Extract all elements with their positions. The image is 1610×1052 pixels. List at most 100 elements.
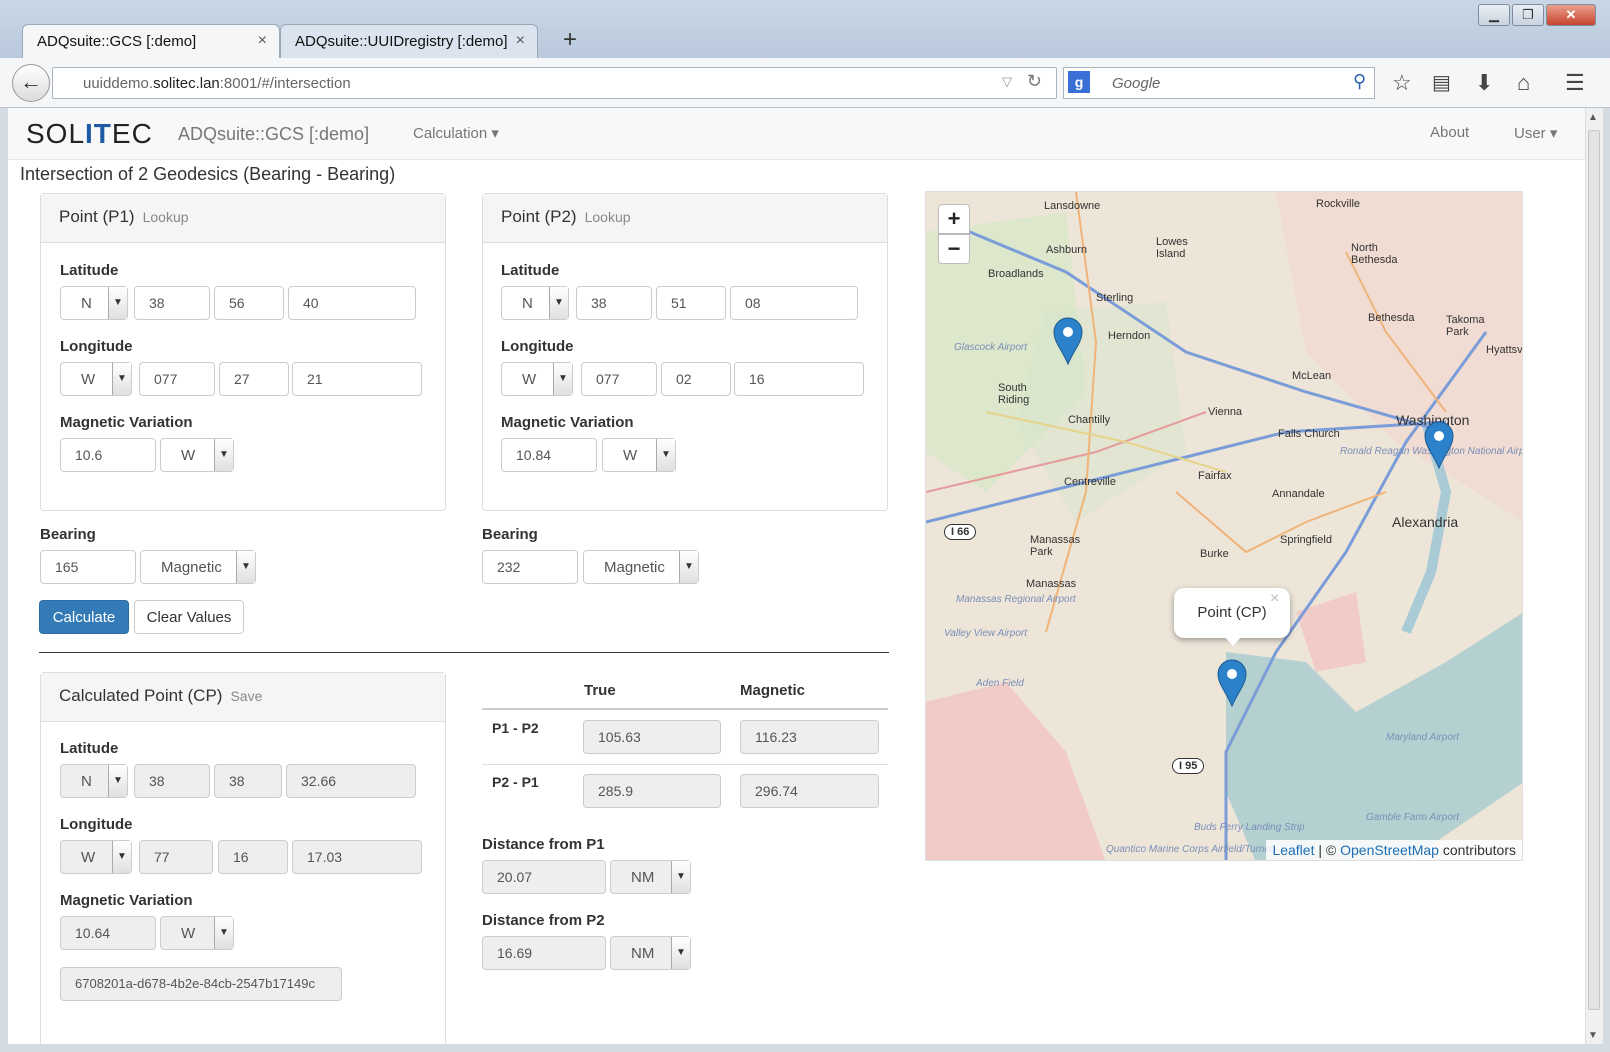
cp-lat-min-field: 38	[214, 764, 282, 798]
p1-lat-deg-input[interactable]: 38	[134, 286, 210, 320]
cp-map-marker-icon[interactable]	[1216, 658, 1248, 708]
map-place-label: Sterling	[1096, 292, 1134, 304]
p2-map-marker-icon[interactable]	[1423, 420, 1455, 470]
cp-uuid-field: 6708201a-d678-4b2e-84cb-2547b17149c	[60, 967, 342, 1001]
calculation-menu[interactable]: Calculation ▾	[413, 124, 499, 142]
download-icon[interactable]: ⬇	[1475, 70, 1493, 96]
tab-uuidregistry[interactable]: ADQsuite::UUIDregistry [:demo] ×	[280, 24, 538, 58]
p1-lon-deg-input[interactable]: 077	[139, 362, 215, 396]
interstate-66-shield: I 66	[944, 524, 977, 540]
map-place-label: Lansdowne	[1044, 200, 1101, 212]
magnetic-variation-label: Magnetic Variation	[60, 414, 193, 431]
menu-hamburger-icon[interactable]: ☰	[1565, 70, 1585, 96]
leaflet-link[interactable]: Leaflet	[1272, 842, 1314, 858]
scrollbar-thumb[interactable]	[1588, 130, 1600, 1010]
attrib-contributors: contributors	[1442, 842, 1516, 858]
p2-magvar-input[interactable]: 10.84	[501, 438, 597, 472]
p2-magvar-dir-select[interactable]: W ▼	[602, 438, 676, 472]
scroll-up-arrow-icon[interactable]: ▲	[1588, 112, 1598, 123]
save-link[interactable]: Save	[230, 688, 262, 704]
magnetic-variation-label: Magnetic Variation	[501, 414, 634, 431]
panel-title: Point (P2)	[501, 207, 577, 226]
lookup-link[interactable]: Lookup	[143, 209, 189, 225]
map-place-label: Buds Ferry Landing Strip	[1194, 822, 1305, 833]
p2-lon-min-input[interactable]: 02	[661, 362, 731, 396]
p1-lon-sec-input[interactable]: 21	[292, 362, 422, 396]
popup-tip	[1224, 636, 1242, 646]
page-title: Intersection of 2 Geodesics (Bearing - B…	[20, 164, 396, 184]
p2-lat-min-input[interactable]: 51	[656, 286, 726, 320]
p1-lat-min-input[interactable]: 56	[214, 286, 284, 320]
scroll-down-arrow-icon[interactable]: ▼	[1588, 1030, 1598, 1041]
map-place-label: Herndon	[1108, 330, 1151, 342]
home-icon[interactable]: ⌂	[1517, 70, 1530, 96]
calculate-button[interactable]: Calculate	[39, 600, 129, 634]
address-bar[interactable]: uuiddemo.solitec.lan:8001/#/intersection…	[52, 67, 1057, 99]
zoom-out-button[interactable]: −	[938, 234, 970, 264]
popup-close-icon[interactable]: ×	[1270, 590, 1279, 608]
chevron-down-icon: ▼	[656, 439, 675, 471]
tab-gcs[interactable]: ADQsuite::GCS [:demo] ×	[22, 24, 280, 58]
bearing-label: Bearing	[40, 526, 96, 543]
about-link[interactable]: About	[1430, 124, 1469, 141]
map-place-label: Rockville	[1316, 198, 1361, 210]
p1-lat-hemisphere-select[interactable]: N ▼	[60, 286, 128, 320]
map-place-label: Takoma Park	[1446, 314, 1485, 338]
chevron-down-icon: ▼	[671, 861, 690, 893]
row-p1-p2-label: P1 - P2	[492, 720, 539, 736]
close-tab-icon[interactable]: ×	[516, 32, 525, 50]
longitude-label: Longitude	[501, 338, 574, 355]
distance-p2-label: Distance from P2	[482, 912, 605, 929]
minimize-button[interactable]: ▁	[1478, 4, 1510, 26]
search-input[interactable]: Google	[1063, 67, 1375, 99]
p1-magvar-dir-select[interactable]: W ▼	[160, 438, 234, 472]
app-title[interactable]: ADQsuite::GCS [:demo]	[178, 124, 369, 145]
panel-title: Point (P1)	[59, 207, 135, 226]
p1-bearing-input[interactable]: 165	[40, 550, 136, 584]
p2-lat-deg-input[interactable]: 38	[576, 286, 652, 320]
p1-lat-sec-input[interactable]: 40	[288, 286, 416, 320]
p1-magvar-input[interactable]: 10.6	[60, 438, 156, 472]
p1-map-marker-icon[interactable]	[1052, 316, 1084, 366]
zoom-in-button[interactable]: +	[938, 204, 970, 234]
map-place-label: Manassas Park	[1030, 534, 1081, 558]
close-tab-icon[interactable]: ×	[258, 32, 267, 50]
lookup-link[interactable]: Lookup	[585, 209, 631, 225]
back-button[interactable]: ←	[12, 64, 50, 102]
p1-lon-hemisphere-select[interactable]: W ▼	[60, 362, 132, 396]
map[interactable]: Lansdowne Rockville Ashburn Lowes Island…	[925, 191, 1523, 861]
maximize-button[interactable]: ❐	[1512, 4, 1544, 26]
p2-p1-magnetic-field: 296.74	[740, 774, 879, 808]
map-place-label: Gamble Farm Airport	[1366, 812, 1459, 823]
window-close-button[interactable]: ✕	[1546, 4, 1596, 26]
map-place-label: Broadlands	[988, 268, 1044, 280]
p2-lat-hemisphere-select[interactable]: N ▼	[501, 286, 569, 320]
dropdown-arrow-icon[interactable]: ▽	[1002, 74, 1012, 90]
map-attribution: Leaflet | © OpenStreetMap contributors	[1266, 840, 1522, 860]
user-menu[interactable]: User ▾	[1514, 124, 1557, 142]
p1-bearing-type-select[interactable]: Magnetic ▼	[140, 550, 256, 584]
tab-label: ADQsuite::UUIDregistry [:demo]	[295, 33, 508, 50]
bookmark-star-icon[interactable]: ☆	[1392, 70, 1412, 96]
reading-list-icon[interactable]: ▤	[1432, 70, 1451, 95]
longitude-label: Longitude	[60, 816, 133, 833]
map-place-label: McLean	[1292, 370, 1332, 382]
clear-values-button[interactable]: Clear Values	[134, 600, 244, 634]
p2-bearing-type-select[interactable]: Magnetic ▼	[583, 550, 699, 584]
new-tab-button[interactable]: +	[563, 26, 577, 54]
p2-lon-deg-input[interactable]: 077	[581, 362, 657, 396]
longitude-label: Longitude	[60, 338, 133, 355]
p2-bearing-input[interactable]: 232	[482, 550, 578, 584]
p2-lon-hemisphere-select[interactable]: W ▼	[501, 362, 573, 396]
reload-icon[interactable]: ↻	[1027, 71, 1042, 92]
cp-lon-deg-field: 77	[139, 840, 213, 874]
p2-lon-sec-input[interactable]: 16	[734, 362, 864, 396]
panel-heading: Calculated Point (CP) Save	[41, 673, 445, 722]
openstreetmap-link[interactable]: OpenStreetMap	[1340, 842, 1439, 858]
panel-heading: Point (P1) Lookup	[41, 194, 445, 243]
google-search-engine-icon[interactable]: g	[1068, 71, 1090, 93]
search-magnifier-icon[interactable]: ⚲	[1353, 71, 1366, 92]
p2-lat-sec-input[interactable]: 08	[730, 286, 858, 320]
p1-p2-true-field: 105.63	[583, 720, 721, 754]
p1-lon-min-input[interactable]: 27	[219, 362, 289, 396]
